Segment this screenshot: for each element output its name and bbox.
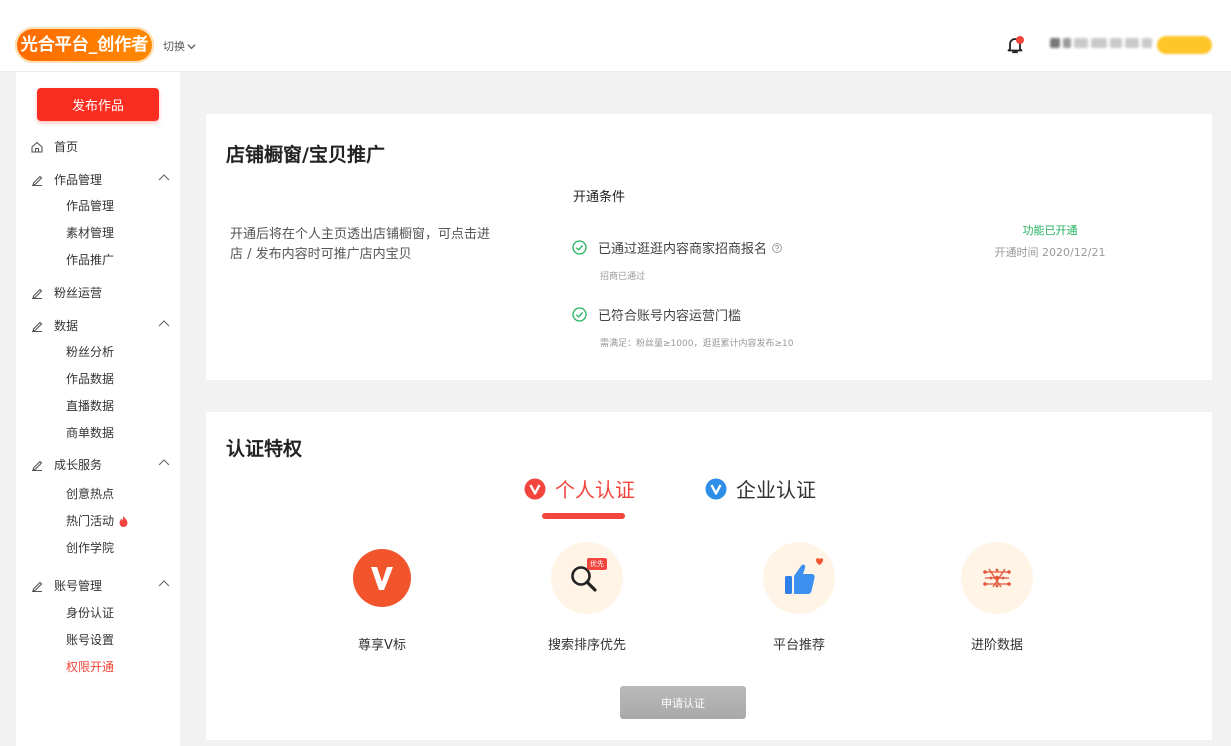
priority-tag: 优先 — [590, 560, 604, 568]
chevron-up-icon[interactable] — [158, 578, 170, 590]
sidebar-subitem[interactable]: 创作学院 — [66, 539, 114, 556]
switch-label: 切换 — [163, 40, 185, 53]
sidebar-subitem[interactable]: 创意热点 — [66, 485, 114, 502]
condition-item: 已通过逛逛内容商家招商报名 — [572, 238, 782, 257]
status-time: 开通时间 2020/12/21 — [994, 246, 1106, 259]
sidebar-item-label: 作品管理 — [54, 173, 103, 187]
tab-label: 个人认证 — [555, 478, 635, 502]
sidebar: 发布作品 首页 作品管理 作品管理 素材管理 作品推广 粉丝运营 数据 粉丝分析… — [16, 72, 180, 746]
edit-icon — [32, 288, 43, 299]
chevron-down-icon — [187, 43, 196, 49]
switch-account-button[interactable]: 切换 — [163, 38, 196, 54]
thumbs-up-icon — [785, 558, 823, 594]
privilege-label: 尊享V标 — [358, 638, 406, 653]
condition-note: 需满足：粉丝量≥1000，逛逛累计内容发布≥10 — [600, 339, 794, 349]
edit-icon — [32, 321, 43, 332]
edit-icon — [32, 581, 43, 592]
sidebar-subitem-permissions-active[interactable]: 权限开通 — [66, 658, 114, 675]
sidebar-item-label: 账号管理 — [54, 579, 103, 593]
privilege-search-priority: 优先 搜索排序优先 — [512, 542, 662, 653]
sidebar-item-label: 成长服务 — [54, 458, 103, 472]
sidebar-subitem[interactable]: 作品数据 — [66, 370, 114, 387]
question-icon[interactable] — [772, 242, 782, 253]
sidebar-item-account[interactable]: 账号管理 — [30, 577, 170, 594]
shop-window-card: 店铺橱窗/宝贝推广 开通后将在个人主页透出店铺橱窗，可点击进店 / 发布内容时可… — [206, 114, 1212, 380]
sidebar-subitem[interactable]: 素材管理 — [66, 224, 114, 241]
sidebar-item-label: 数据 — [54, 319, 79, 333]
publish-work-button[interactable]: 发布作品 — [37, 88, 159, 121]
privilege-platform-recommend: 平台推荐 — [724, 542, 874, 653]
privilege-label: 搜索排序优先 — [547, 638, 626, 653]
edit-icon — [32, 175, 43, 186]
condition-note: 招商已通过 — [600, 272, 646, 282]
sidebar-subitem-hot-activity[interactable]: 热门活动 — [66, 512, 129, 529]
tab-personal-cert[interactable]: 个人认证 — [524, 474, 635, 503]
tab-enterprise-cert[interactable]: 企业认证 — [705, 474, 816, 503]
fire-icon — [119, 515, 128, 527]
check-circle-icon — [572, 240, 587, 255]
top-bar: 光合平台_创作者 切换 — [0, 0, 1231, 72]
privilege-v-badge: 尊享V标 — [307, 542, 457, 653]
sidebar-item-fans[interactable]: 粉丝运营 — [30, 284, 170, 301]
sidebar-item-growth[interactable]: 成长服务 — [30, 456, 170, 473]
user-level-badge — [1157, 36, 1212, 54]
sidebar-subitem[interactable]: 作品管理 — [66, 197, 114, 214]
sidebar-subitem[interactable]: 商单数据 — [66, 424, 114, 441]
v-badge-icon — [524, 478, 546, 499]
user-name-blurred[interactable] — [1050, 36, 1154, 50]
data-network-icon — [983, 568, 1011, 588]
sidebar-item-works[interactable]: 作品管理 — [30, 171, 170, 188]
conditions-title: 开通条件 — [573, 190, 626, 205]
sidebar-subitem[interactable]: 直播数据 — [66, 397, 114, 414]
cert-card-title: 认证特权 — [226, 438, 303, 460]
sidebar-item-label: 首页 — [54, 140, 79, 154]
check-circle-icon — [572, 307, 587, 322]
home-icon — [31, 141, 43, 153]
status-badge: 功能已开通 — [1022, 224, 1078, 237]
shop-card-title: 店铺橱窗/宝贝推广 — [226, 144, 385, 166]
sidebar-item-data[interactable]: 数据 — [30, 317, 170, 334]
condition-text: 已通过逛逛内容商家招商报名 — [598, 242, 768, 257]
edit-icon — [32, 460, 43, 471]
active-tab-indicator — [542, 513, 625, 519]
sidebar-subitem[interactable]: 账号设置 — [66, 631, 114, 648]
notification-dot — [1016, 36, 1024, 44]
sidebar-item-label: 粉丝运营 — [54, 286, 103, 300]
condition-text: 已符合账号内容运营门槛 — [598, 309, 742, 324]
chevron-up-icon[interactable] — [158, 172, 170, 184]
chevron-up-icon[interactable] — [158, 318, 170, 330]
v-badge-icon — [353, 549, 411, 607]
platform-logo[interactable]: 光合平台_创作者 — [15, 27, 154, 63]
v-badge-icon — [705, 478, 727, 499]
sidebar-subitem[interactable]: 粉丝分析 — [66, 343, 114, 360]
search-priority-icon — [571, 558, 607, 592]
privilege-label: 进阶数据 — [970, 638, 1023, 653]
sidebar-subitem[interactable]: 作品推广 — [66, 251, 114, 268]
condition-item: 已符合账号内容运营门槛 — [572, 305, 741, 324]
apply-certification-button[interactable]: 申请认证 — [620, 686, 746, 719]
sidebar-subitem[interactable]: 身份认证 — [66, 604, 114, 621]
sidebar-subitem-label: 热门活动 — [66, 514, 115, 528]
privilege-label: 平台推荐 — [772, 638, 825, 653]
chevron-up-icon[interactable] — [158, 457, 170, 469]
tab-label: 企业认证 — [736, 478, 816, 502]
certification-card: 认证特权 个人认证 企业认证 尊享V标 优先 搜索排序优先 平台推荐 进阶数据 … — [206, 412, 1212, 740]
shop-card-description: 开通后将在个人主页透出店铺橱窗，可点击进店 / 发布内容时可推广店内宝贝 — [230, 227, 491, 262]
sidebar-item-home[interactable]: 首页 — [30, 138, 170, 155]
privilege-advanced-data: 进阶数据 — [922, 542, 1072, 653]
